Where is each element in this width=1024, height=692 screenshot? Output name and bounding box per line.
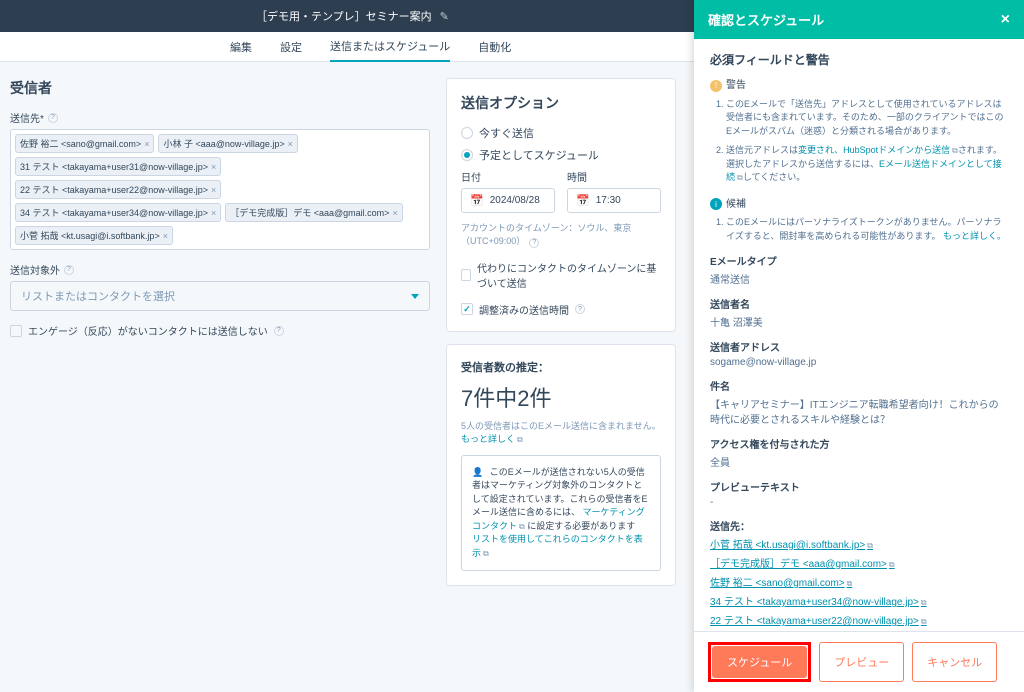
options-heading: 送信オプション xyxy=(461,93,661,113)
subject-value: 【キャリアセミナー】ITエンジニア転職希望者向け！これからの時代に必要とされるス… xyxy=(710,396,1008,426)
sender-address-label: 送信者アドレス xyxy=(710,339,1008,354)
warning-item: このEメールで「送信先」アドレスとして使用されているアドレスは受信者にも含まれて… xyxy=(726,98,1008,139)
recipients-heading: 受信者 xyxy=(10,78,430,98)
review-panel: 確認とスケジュール × 必須フィールドと警告 ! 警告 このEメールで「送信先」ア… xyxy=(694,0,1024,692)
close-icon[interactable]: × xyxy=(1001,11,1010,29)
exclude-label: 送信対象外 xyxy=(10,262,60,277)
send-options-card: 送信オプション 今すぐ送信 予定としてスケジュール 日付 📅2024/08/28… xyxy=(446,78,676,332)
preview-label: プレビューテキスト xyxy=(710,479,1008,494)
view-list-link[interactable]: リストを使用してこれらのコンタクトを表示 xyxy=(472,534,643,558)
recipient-pill[interactable]: 小菅 拓哉 <kt.usagi@i.softbank.jp>× xyxy=(15,226,173,245)
tab-edit[interactable]: 編集 xyxy=(230,32,252,62)
required-fields-heading: 必須フィールドと警告 xyxy=(710,51,1008,68)
recipient-link[interactable]: 小菅 拓哉 <kt.usagi@i.softbank.jp>⧉ xyxy=(710,536,1008,551)
tab-send[interactable]: 送信またはスケジュール xyxy=(330,32,450,62)
recipient-link[interactable]: ［デモ完成版］デモ <aaa@gmail.com>⧉ xyxy=(710,555,1008,570)
preview-button[interactable]: プレビュー xyxy=(819,642,904,682)
learn-more-link[interactable]: もっと詳しく。 xyxy=(943,231,1006,241)
remove-icon[interactable]: × xyxy=(392,208,397,218)
warning-icon: ! xyxy=(710,80,722,92)
time-label: 時間 xyxy=(567,169,661,184)
access-value: 全員 xyxy=(710,454,1008,469)
tz-checkbox[interactable] xyxy=(461,269,471,281)
estimate-card: 受信者数の推定： 7件中2件 5人の受信者はこのEメール送信に含まれません。 も… xyxy=(446,344,676,587)
remove-icon[interactable]: × xyxy=(163,231,168,241)
warning-item: 送信元アドレスは変更され、HubSpotドメインから送信⧉されます。選択したアド… xyxy=(726,144,1008,185)
recipient-pill[interactable]: 小林 子 <aaa@now-village.jp>× xyxy=(158,134,297,153)
calendar-icon: 📅 xyxy=(576,194,590,207)
recipient-pill[interactable]: 佐野 裕二 <sano@gmail.com>× xyxy=(15,134,154,153)
panel-title: 確認とスケジュール xyxy=(708,10,824,29)
help-icon[interactable]: ? xyxy=(529,238,539,248)
exclude-select[interactable]: リストまたはコンタクトを選択 xyxy=(10,281,430,311)
help-icon[interactable]: ? xyxy=(274,326,284,336)
chevron-down-icon xyxy=(411,294,419,299)
send-to-input[interactable]: 佐野 裕二 <sano@gmail.com>× 小林 子 <aaa@now-vi… xyxy=(10,129,430,250)
engage-label: エンゲージ（反応）がないコンタクトには送信しない xyxy=(28,323,268,338)
info-label: 候補 xyxy=(726,199,746,210)
radio-schedule[interactable] xyxy=(461,149,473,161)
estimate-count: 7件中2件 xyxy=(461,381,661,413)
send-to-label: 送信先* xyxy=(10,110,44,125)
recipient-pill[interactable]: 22 テスト <takayama+user22@now-village.jp>× xyxy=(15,180,221,199)
recipient-link[interactable]: 佐野 裕二 <sano@gmail.com>⧉ xyxy=(710,574,1008,589)
recipient-link[interactable]: 34 テスト <takayama+user34@now-village.jp>⧉ xyxy=(710,593,1008,608)
domain-link[interactable]: 変更され、HubSpotドメインから送信 xyxy=(798,145,950,155)
date-label: 日付 xyxy=(461,169,555,184)
remove-icon[interactable]: × xyxy=(144,139,149,149)
sender-name-label: 送信者名 xyxy=(710,296,1008,311)
time-input[interactable]: 📅17:30 xyxy=(567,188,661,213)
preview-value: - xyxy=(710,497,1008,508)
help-icon[interactable]: ? xyxy=(575,304,585,314)
help-icon[interactable]: ? xyxy=(48,113,58,123)
radio-send-now[interactable] xyxy=(461,127,473,139)
tab-automation[interactable]: 自動化 xyxy=(478,32,511,62)
email-type-label: Eメールタイプ xyxy=(710,253,1008,268)
remove-icon[interactable]: × xyxy=(288,139,293,149)
recipient-pill[interactable]: 31 テスト <takayama+user31@now-village.jp>× xyxy=(15,157,221,176)
remove-icon[interactable]: × xyxy=(211,185,216,195)
calendar-icon: 📅 xyxy=(470,194,484,207)
adjusted-checkbox[interactable] xyxy=(461,303,473,315)
recipient-pill[interactable]: ［デモ完成版］デモ <aaa@gmail.com>× xyxy=(225,203,402,222)
warning-label: 警告 xyxy=(726,80,746,91)
email-type-value: 通常送信 xyxy=(710,271,1008,286)
remove-icon[interactable]: × xyxy=(211,208,216,218)
timezone-text: アカウントのタイムゾーン：ソウル、東京（UTC+09:00）? xyxy=(461,221,661,248)
edit-icon[interactable]: ✎ xyxy=(440,10,449,23)
external-icon: ⧉ xyxy=(483,549,489,558)
date-input[interactable]: 📅2024/08/28 xyxy=(461,188,555,213)
tab-settings[interactable]: 設定 xyxy=(280,32,302,62)
schedule-button[interactable]: スケジュール xyxy=(712,646,807,678)
sender-address-value: sogame@now-village.jp xyxy=(710,357,1008,368)
help-icon[interactable]: ? xyxy=(64,265,74,275)
subject-label: 件名 xyxy=(710,378,1008,393)
info-item: このEメールにはパーソナライズトークンがありません。パーソナライズすると、開封率… xyxy=(726,216,1008,243)
external-icon: ⧉ xyxy=(519,522,525,531)
highlight-annotation: スケジュール xyxy=(708,642,811,682)
info-icon: i xyxy=(710,198,722,210)
recipient-pill[interactable]: 34 テスト <takayama+user34@now-village.jp>× xyxy=(15,203,221,222)
learn-more-link[interactable]: もっと詳しく xyxy=(461,434,515,444)
estimate-heading: 受信者数の推定： xyxy=(461,359,661,375)
sender-name-value: 十亀 沼澤美 xyxy=(710,314,1008,329)
access-label: アクセス権を付与された方 xyxy=(710,436,1008,451)
person-icon: 👤 xyxy=(472,467,483,477)
remove-icon[interactable]: × xyxy=(211,162,216,172)
recipient-link[interactable]: 22 テスト <takayama+user22@now-village.jp>⧉ xyxy=(710,612,1008,627)
estimate-notice: 5人の受信者はこのEメール送信に含まれません。 もっと詳しく⧉ xyxy=(461,419,661,445)
page-title: ［デモ用・テンプレ］セミナー案内 xyxy=(256,8,432,24)
engage-checkbox[interactable] xyxy=(10,325,22,337)
recipients-label: 送信先： xyxy=(710,518,1008,533)
estimate-info-box: 👤 このEメールが送信されない5人の受信者はマーケティング対象外のコンタクトとし… xyxy=(461,455,661,572)
cancel-button[interactable]: キャンセル xyxy=(912,642,997,682)
panel-footer: スケジュール プレビュー キャンセル xyxy=(694,631,1024,692)
external-icon: ⧉ xyxy=(517,435,523,444)
